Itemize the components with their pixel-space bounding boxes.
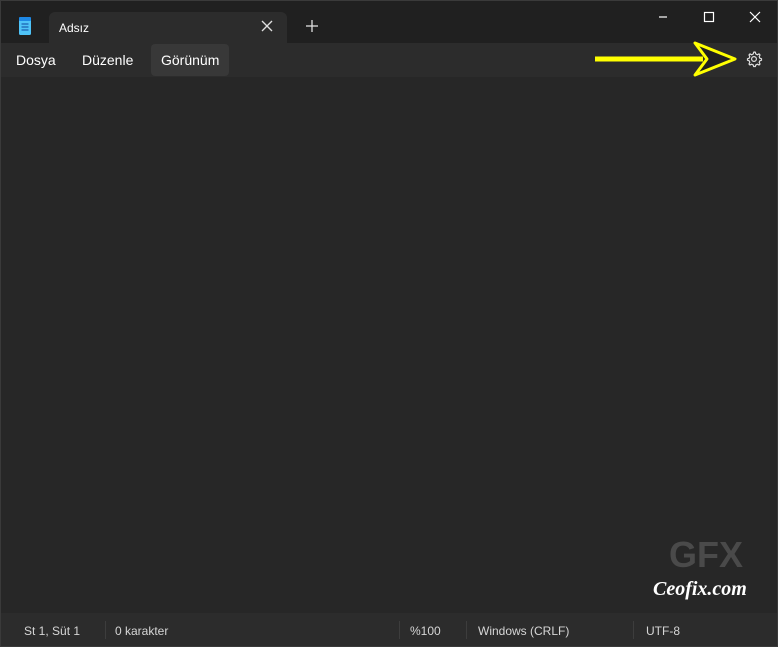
divider	[466, 621, 467, 639]
character-count: 0 karakter	[115, 624, 169, 638]
close-icon[interactable]	[258, 17, 276, 35]
watermark-logo: GFX	[669, 534, 743, 575]
menu-duzenle[interactable]: Düzenle	[72, 44, 143, 76]
status-bar: St 1, Süt 1 0 karakter %100 Windows (CRL…	[1, 613, 777, 646]
gear-icon[interactable]	[742, 47, 766, 71]
notepad-window: Adsız Dosya Düzenle Görünüm GFX Ceofix.c…	[0, 0, 778, 647]
minimize-icon[interactable]	[651, 5, 675, 29]
tab-title: Adsız	[59, 21, 90, 35]
zoom-level[interactable]: %100	[410, 624, 441, 638]
plus-icon[interactable]	[303, 17, 321, 35]
encoding[interactable]: UTF-8	[646, 624, 680, 638]
svg-text:GFX: GFX	[669, 534, 743, 575]
close-icon[interactable]	[743, 5, 767, 29]
line-ending[interactable]: Windows (CRLF)	[478, 624, 569, 638]
menu-dosya[interactable]: Dosya	[6, 44, 66, 76]
tab-adsiz[interactable]: Adsız	[49, 12, 287, 43]
divider	[633, 621, 634, 639]
notepad-icon	[19, 17, 31, 35]
title-bar: Adsız	[1, 1, 777, 43]
watermark-text: Ceofix.com	[653, 578, 747, 600]
divider	[399, 621, 400, 639]
menu-gorunum[interactable]: Görünüm	[151, 44, 230, 76]
maximize-icon[interactable]	[697, 5, 721, 29]
divider	[105, 621, 106, 639]
arrow-icon	[595, 41, 737, 77]
cursor-position[interactable]: St 1, Süt 1	[24, 624, 80, 638]
text-editor[interactable]	[1, 77, 777, 613]
